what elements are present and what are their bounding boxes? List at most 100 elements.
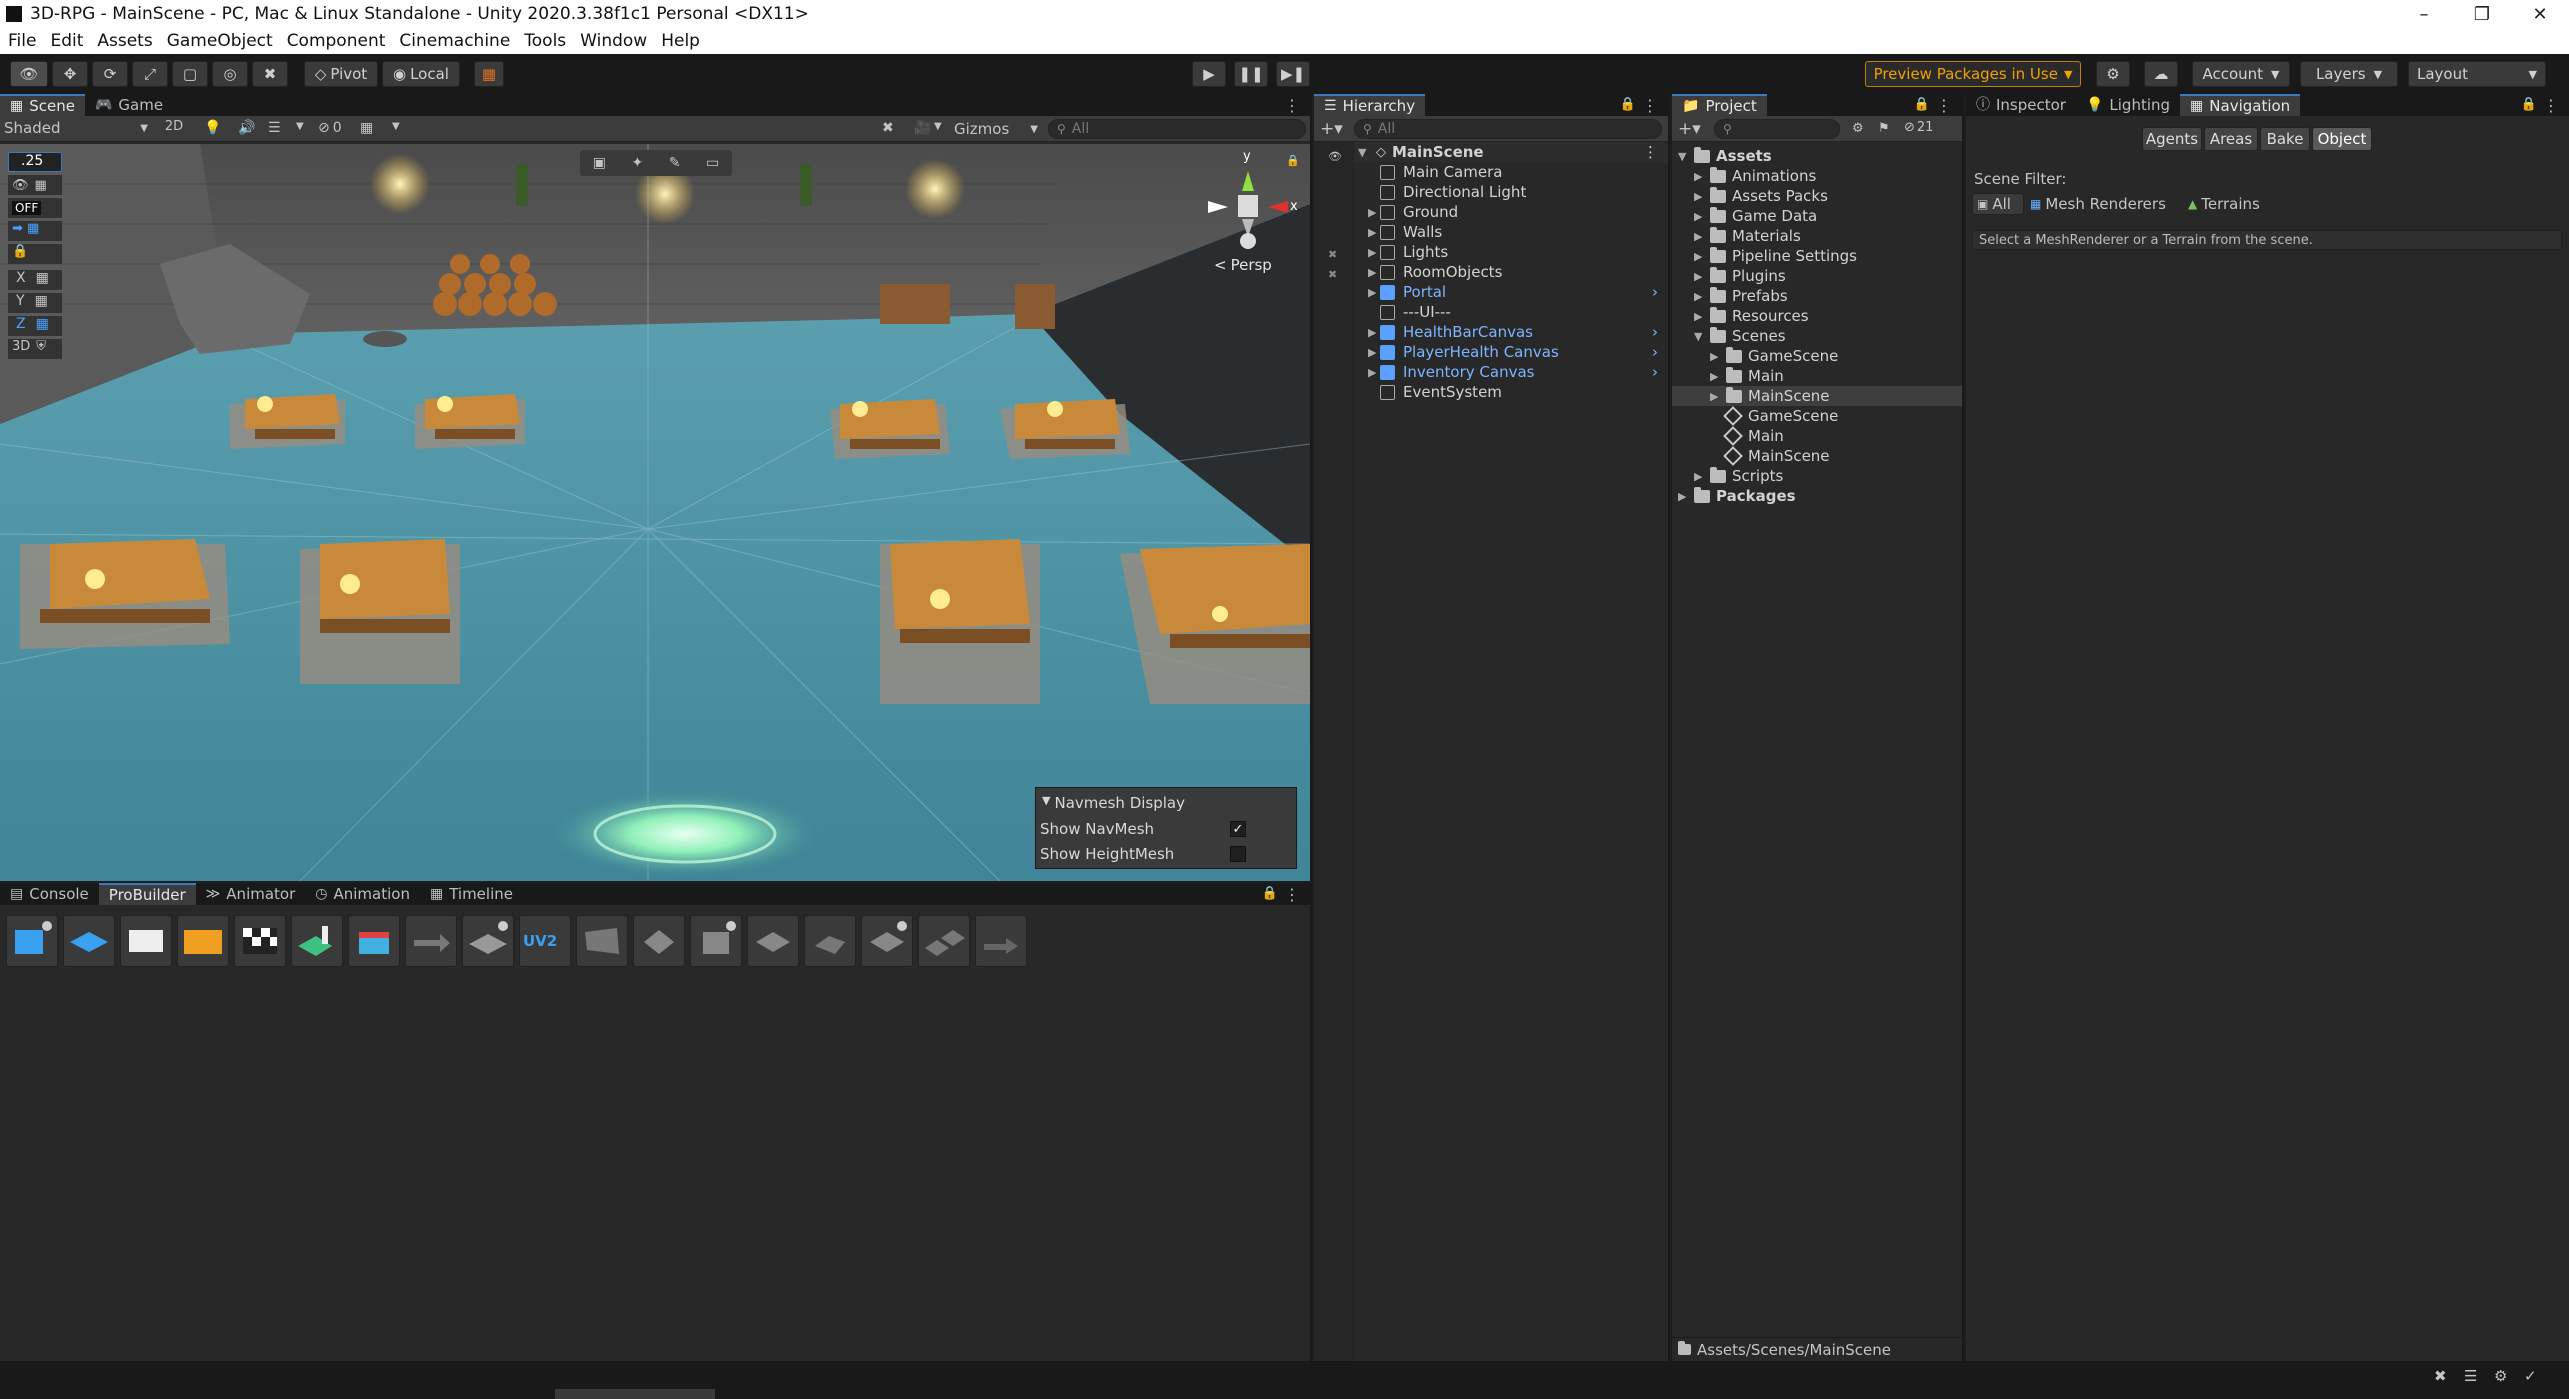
hierarchy-item[interactable]: EventSystem [1354,382,1668,402]
move-tool-icon[interactable]: ✥ [52,61,88,87]
project-scene-item[interactable]: Main [1672,426,1962,446]
scene-menu-icon[interactable]: ⋮ [1284,96,1300,115]
restore-icon[interactable]: ❐ [2453,0,2511,28]
show-navmesh-checkbox[interactable]: ✓ [1230,821,1246,837]
expand-arrow-icon[interactable]: ▶ [1368,286,1380,299]
hierarchy-lock-icon[interactable]: 🔒 [1620,97,1636,112]
vertex-colors-button[interactable] [291,915,343,967]
project-folder-item[interactable]: ▶ Scripts [1672,466,1962,486]
expand-arrow-icon[interactable]: ▶ [1694,210,1706,223]
hierarchy-item[interactable]: ▶ Lights [1354,242,1668,262]
effects-dropdown-icon[interactable]: ▼ [296,122,304,132]
hierarchy-item[interactable]: Main Camera [1354,162,1668,182]
merge-objects-button[interactable] [918,915,970,967]
scene-viewport[interactable]: .25 👁 ▦ OFF ➡ ▦ 🔒 X ▦ Y ▦ Z ▦ 3D ⛨ ▣ ✦ ✎ ▭ y [0,144,1310,881]
pickable-toggle-icon[interactable]: ✖ [1328,268,1337,281]
hierarchy-item[interactable]: ▶ Inventory Canvas › [1354,362,1668,382]
settings-gear-icon[interactable]: ⚙ [2096,61,2130,87]
rotate-tool-icon[interactable]: ⟳ [92,61,128,87]
expand-arrow-icon[interactable]: ▶ [1710,350,1722,363]
panel-lock-icon[interactable]: 🔒 [1262,886,1278,901]
tab-probuilder[interactable]: ProBuilder [98,883,196,905]
hierarchy-item[interactable]: Directional Light [1354,182,1668,202]
show-heightmesh-checkbox[interactable] [1230,846,1246,862]
hierarchy-scene-root[interactable]: ▼ ◇ MainScene ⋮ [1354,142,1668,162]
visibility-toggle-icon[interactable]: 👁 [1328,150,1342,163]
projection-toggle[interactable]: < Persp [1214,256,1272,274]
areas-button[interactable]: Areas [2204,127,2258,151]
expand-arrow-icon[interactable]: ▶ [1368,206,1380,219]
3d-toggle[interactable]: 3D ⛨ [8,339,62,359]
project-folder-item[interactable]: ▶ Prefabs [1672,286,1962,306]
pivot-toggle[interactable]: ◇ Pivot [304,61,378,87]
tab-scene[interactable]: ▦ Scene [0,94,85,116]
menu-gameobject[interactable]: GameObject [167,31,273,51]
center-pivot-button[interactable] [633,915,685,967]
project-folder-item[interactable]: ▶ Game Data [1672,206,1962,226]
hierarchy-item[interactable]: ▶ RoomObjects [1354,262,1668,282]
tab-navigation[interactable]: ▦ Navigation [2180,94,2301,116]
close-icon[interactable]: ✕ [2511,0,2569,28]
bug-icon[interactable]: ⚙ [2494,1367,2507,1385]
expand-arrow-icon[interactable]: ▶ [1694,250,1706,263]
menu-help[interactable]: Help [661,31,700,51]
create-asset-icon[interactable]: +▾ [1678,119,1701,139]
stack-icon[interactable]: ☰ [2464,1367,2477,1385]
2d-toggle[interactable]: 2D [160,119,188,138]
bake-button[interactable]: Bake [2260,127,2310,151]
project-folder-item[interactable]: ▶ Packages [1672,486,1962,506]
expand-arrow-icon[interactable]: ▶ [1368,326,1380,339]
view-tool-icon[interactable]: 👁 [10,61,48,87]
tab-animation[interactable]: ◷ Animation [305,883,420,905]
menu-cinemachine[interactable]: Cinemachine [399,31,510,51]
conform-normals-button[interactable] [690,915,742,967]
project-folder-item[interactable]: ▶ MainScene [1672,386,1962,406]
menu-file[interactable]: File [8,31,36,51]
smoothing-button[interactable] [348,915,400,967]
grid-toggle-icon[interactable]: ▦ [360,121,373,135]
tools-icon[interactable]: ✖ [882,121,894,135]
menu-edit[interactable]: Edit [50,31,83,51]
grid-snap-icon[interactable]: ▦ [474,61,504,87]
expand-arrow-icon[interactable]: ▶ [1368,246,1380,259]
project-menu-icon[interactable]: ⋮ [1936,96,1952,115]
expand-arrow-icon[interactable]: ▶ [1368,366,1380,379]
step-button[interactable]: ▶❚ [1276,61,1310,87]
tab-project[interactable]: 📁 Project [1672,94,1767,116]
project-folder-item[interactable]: ▶ Animations [1672,166,1962,186]
scene-search-input[interactable]: ⚲ All [1048,119,1306,139]
debug-icon[interactable]: ✖ [2434,1367,2447,1385]
hierarchy-item[interactable]: ▶ HealthBarCanvas › [1354,322,1668,342]
tab-inspector[interactable]: ⓘ Inspector [1966,94,2076,116]
expand-arrow-icon[interactable]: ▶ [1694,170,1706,183]
transform-tool-icon[interactable]: ◎ [212,61,248,87]
filter-all-button[interactable]: ▣ All [1972,193,2024,215]
subdivide-button[interactable] [861,915,913,967]
open-prefab-icon[interactable]: › [1652,363,1658,381]
open-prefab-icon[interactable]: › [1652,323,1658,341]
expand-arrow-icon[interactable]: ▼ [1694,330,1706,343]
check-circle-icon[interactable]: ✓ [2524,1367,2537,1385]
mirror-objects-button[interactable] [462,915,514,967]
search-by-type-icon[interactable]: ⚙ [1852,121,1864,136]
orientation-gizmo[interactable]: y x [1200,149,1300,269]
lighting-toggle-icon[interactable]: 💡 [204,121,221,135]
rect-tool-icon[interactable]: ▢ [172,61,208,87]
uv-editor-button[interactable] [120,915,172,967]
local-toggle[interactable]: ◉ Local [382,61,460,87]
menu-window[interactable]: Window [580,31,647,51]
expand-arrow-icon[interactable]: ▶ [1710,390,1722,403]
x-axis-toggle[interactable]: X ▦ [8,270,62,290]
camera-dropdown-icon[interactable]: ▼ [934,122,942,132]
pause-button[interactable]: ❚❚ [1234,61,1268,87]
new-poly-shape-button[interactable] [63,915,115,967]
play-button[interactable]: ▶ [1192,61,1226,87]
expand-arrow-icon[interactable]: ▶ [1368,226,1380,239]
audio-toggle-icon[interactable]: 🔊 [238,121,255,135]
y-axis-toggle[interactable]: Y ▦ [8,293,62,313]
preview-packages-button[interactable]: Preview Packages in Use ▼ [1865,61,2081,87]
tab-animator[interactable]: ≫ Animator [196,883,306,905]
scale-tool-icon[interactable]: ⤢ [132,61,168,87]
hierarchy-item[interactable]: ---UI--- [1354,302,1668,322]
account-dropdown[interactable]: Account ▼ [2192,61,2290,87]
